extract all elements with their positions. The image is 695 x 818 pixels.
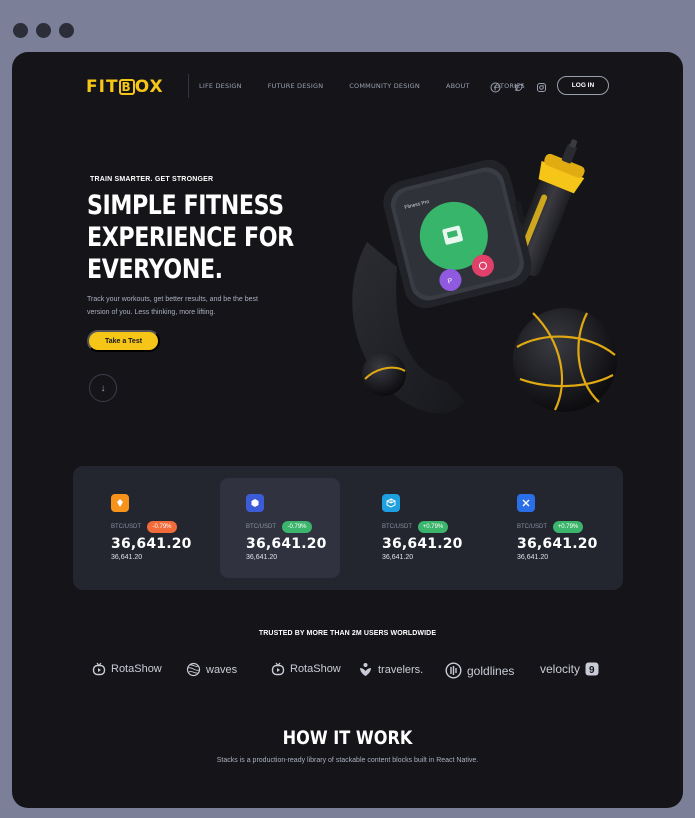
brand-logo-rotashow: RotaShow [92, 662, 162, 676]
stat-price: 36,641.20 [382, 536, 463, 552]
lines-circle-icon [445, 662, 462, 679]
headline-line-2: EXPERIENCE FOR [87, 222, 294, 253]
globe-icon [186, 662, 201, 677]
stat-pair: BTC/USDT [246, 524, 276, 530]
hero-illustration: Fitness Pro P [337, 127, 622, 427]
take-a-test-button[interactable]: Take a Test [87, 330, 160, 352]
browser-viewport: FIT B OX LIFE DESIGN FUTURE DESIGN COMMUNI… [12, 52, 683, 808]
window-controls [13, 23, 74, 38]
hero-eyebrow: TRAIN SMARTER. GET STRONGER [90, 176, 214, 183]
smartwatch-icon: Fitness Pro P [383, 159, 532, 309]
nav-item-community-design[interactable]: COMMUNITY DESIGN [349, 82, 420, 90]
stat-price: 36,641.20 [111, 536, 192, 552]
nav-item-life-design[interactable]: LIFE DESIGN [199, 82, 242, 90]
how-it-work-title: HOW IT WORK [282, 727, 413, 749]
stat-pair: BTC/USDT [111, 524, 141, 530]
hex-coin-icon [246, 494, 264, 512]
stat-price: 36,641.20 [517, 536, 598, 552]
crypto-stats-panel: BTC/USDT -0.79% 36,641.20 36,641.20 BTC/… [73, 466, 623, 590]
stat-card-active[interactable]: BTC/USDT -0.79% 36,641.20 36,641.20 [220, 478, 340, 578]
stat-price: 36,641.20 [246, 536, 327, 552]
stat-card[interactable]: BTC/USDT -0.79% 36,641.20 36,641.20 [85, 478, 205, 578]
tv-icon [92, 662, 106, 676]
facebook-icon[interactable] [490, 80, 501, 93]
headline-line-3: EVERYONE. [87, 254, 223, 285]
stat-change-badge: -0.79% [147, 521, 177, 533]
hero-headline: SIMPLE FITNESS EXPERIENCE FOR EVERYONE. [87, 190, 300, 286]
basketball-icon [513, 308, 617, 412]
nav-item-future-design[interactable]: FUTURE DESIGN [268, 82, 324, 90]
fitbox-logo[interactable]: FIT B OX [86, 77, 164, 97]
heart-person-icon [360, 663, 371, 676]
x-coin-icon [517, 494, 535, 512]
nav-divider [188, 74, 189, 98]
stat-pair: BTC/USDT [517, 524, 547, 530]
login-button[interactable]: LOG IN [557, 76, 609, 95]
stat-card[interactable]: BTC/USDT +0.79% 36,641.20 36,641.20 [356, 478, 476, 578]
stat-price-sub: 36,641.20 [382, 554, 414, 561]
velocity-badge-icon: 9 [585, 662, 599, 676]
bnb-coin-icon [111, 494, 129, 512]
twitter-icon[interactable] [513, 80, 524, 92]
stat-change-badge: +0.79% [553, 521, 583, 533]
arrow-down-icon: ↓ [100, 382, 106, 394]
small-ball-icon [362, 352, 406, 396]
headline-line-1: SIMPLE FITNESS [87, 190, 284, 221]
logo-box-letter: B [118, 79, 135, 95]
stat-change-badge: -0.79% [282, 521, 312, 533]
brand-logo-rotashow: RotaShow [271, 662, 341, 676]
window-close-dot[interactable] [13, 23, 28, 38]
trusted-heading: TRUSTED BY MORE THAN 2M USERS WORLDWIDE [258, 630, 437, 637]
stat-price-sub: 36,641.20 [111, 554, 143, 561]
nav-item-about[interactable]: ABOUT [446, 82, 470, 90]
stat-card[interactable]: BTC/USDT +0.79% 36,641.20 36,641.20 [491, 478, 611, 578]
cube-coin-icon [382, 494, 400, 512]
window-minimize-dot[interactable] [36, 23, 51, 38]
brand-logo-waves: waves [186, 662, 237, 677]
hero-subtitle: Track your workouts, get better results,… [87, 296, 258, 316]
stat-price-sub: 36,641.20 [517, 554, 549, 561]
stat-pair: BTC/USDT [382, 524, 412, 530]
stat-change-badge: +0.79% [418, 521, 448, 533]
instagram-icon[interactable] [536, 80, 547, 92]
stat-price-sub: 36,641.20 [246, 554, 278, 561]
brand-logos: RotaShow waves RotaShow travelers. goldl… [92, 662, 612, 684]
brand-logo-goldlines: goldlines [445, 662, 514, 679]
scroll-down-button[interactable]: ↓ [89, 374, 117, 402]
brand-logo-travelers: travelers. [358, 662, 423, 677]
social-links [490, 80, 547, 93]
window-maximize-dot[interactable] [59, 23, 74, 38]
brand-logo-velocity: velocity 9 [540, 662, 599, 676]
svg-text:9: 9 [589, 665, 595, 676]
tv-icon [271, 662, 285, 676]
main-nav: LIFE DESIGN FUTURE DESIGN COMMUNITY DESI… [199, 82, 525, 90]
how-it-work-subtitle: Stacks is a production-ready library of … [216, 757, 479, 764]
